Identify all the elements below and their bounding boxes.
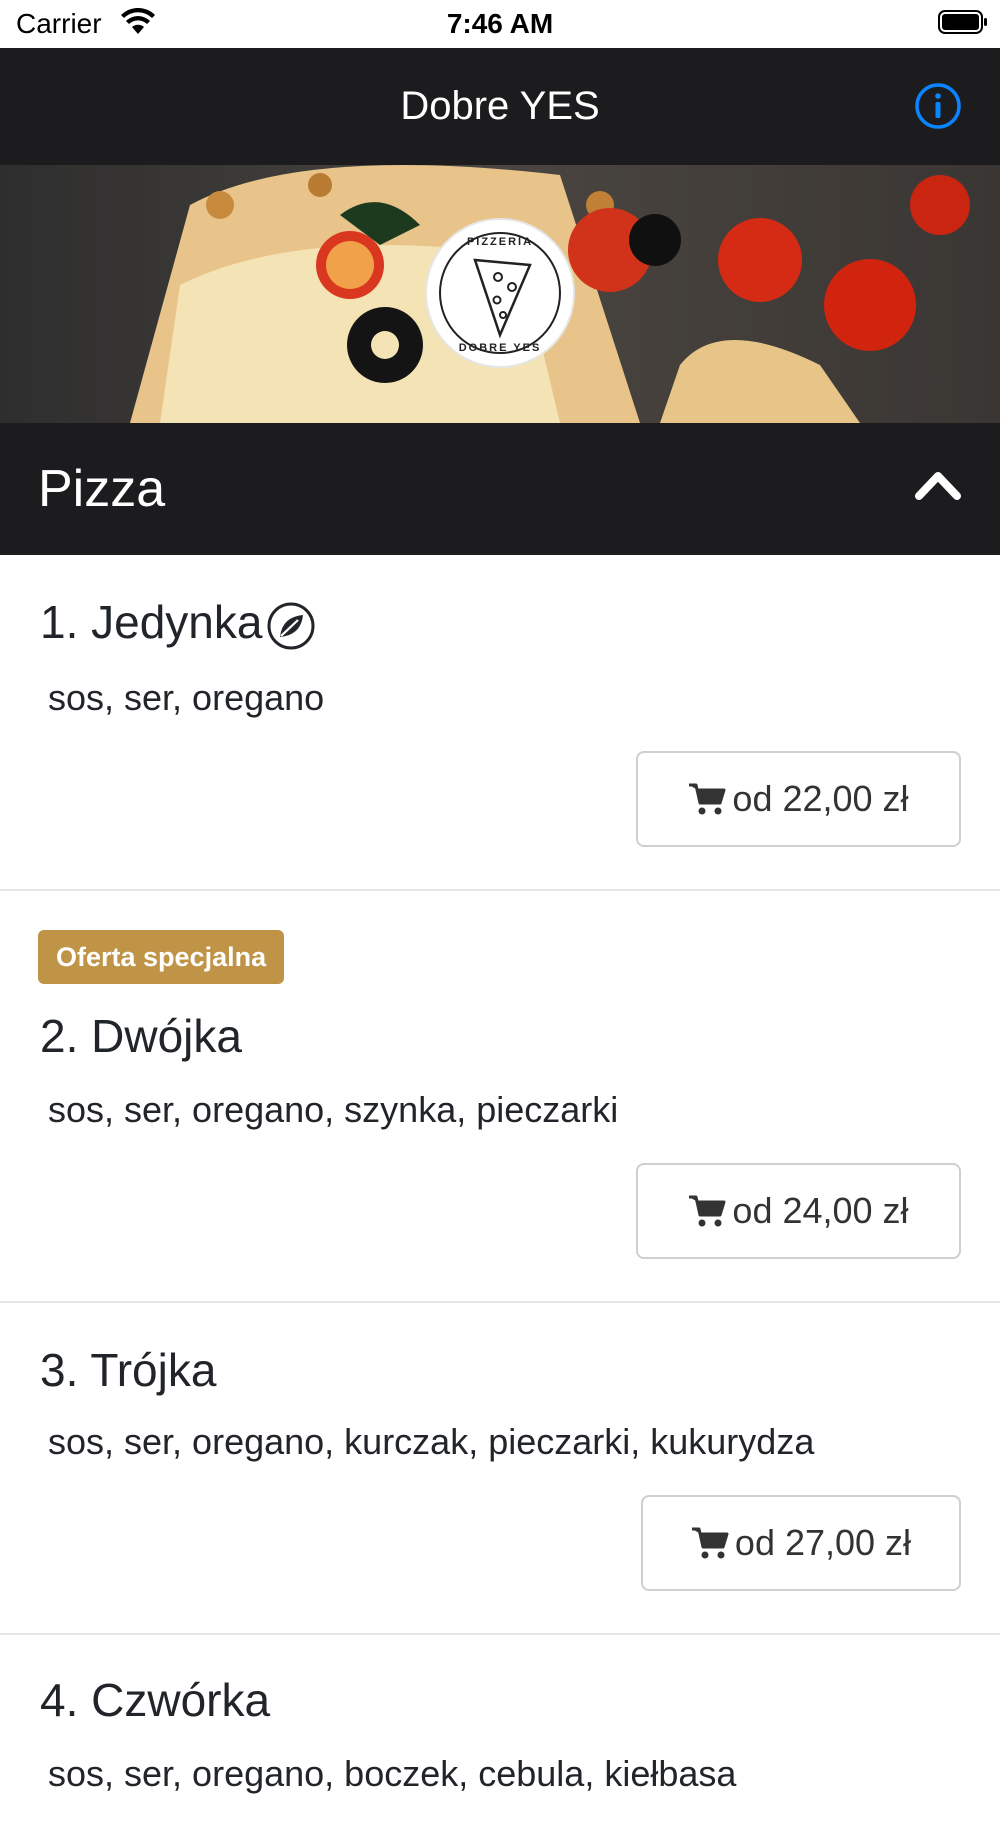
price-label: od 24,00 zł [732,1190,909,1231]
item-name: 2. Dwójka [40,1010,242,1062]
menu-item: 1. Jedynka sos, ser, oregano od 22,00 zł [0,557,1000,891]
item-description: sos, ser, oregano, boczek, cebula, kiełb… [48,1753,737,1794]
price-label: od 27,00 zł [734,1522,912,1563]
item-description: sos, ser, oregano, szynka, pieczarki [48,1089,619,1130]
clock: 7:46 AM [446,8,554,39]
item-name: 1. Jedynka [40,596,263,648]
add-to-cart-button[interactable]: od 22,00 zł [636,751,961,847]
nav-title: Dobre YES [400,84,600,128]
add-to-cart-button[interactable]: od 24,00 zł [636,1163,961,1259]
section-title: Pizza [38,460,166,518]
menu-item: 3. Trójka sos, ser, oregano, kurczak, pi… [0,1303,1000,1635]
item-description: sos, ser, oregano, kurczak, pieczarki, k… [48,1421,815,1462]
nav-bar: Dobre YES [0,48,1000,165]
menu-item: 4. Czwórka sos, ser, oregano, boczek, ce… [0,1635,1000,1835]
battery-icon [938,10,987,34]
hero-banner: PIZZERIA DOBRE YES [0,165,1000,423]
menu-item: Oferta specjalna 2. Dwójka sos, ser, ore… [0,891,1000,1303]
item-description: sos, ser, oregano [48,677,325,718]
price-label: od 22,00 zł [732,778,909,819]
cart-icon [691,1527,729,1559]
vegetarian-leaf-icon [267,602,315,650]
logo-text-top: PIZZERIA [467,236,533,248]
item-name: 3. Trójka [40,1344,217,1396]
hero-pizza-image: PIZZERIA DOBRE YES [0,165,1000,423]
item-name: 4. Czwórka [40,1674,271,1726]
cart-icon [689,1195,726,1227]
add-to-cart-button[interactable]: od 27,00 zł [641,1495,961,1591]
info-circle-icon[interactable] [914,82,962,130]
logo-text-bottom: DOBRE YES [459,342,542,354]
cart-icon [689,783,726,815]
section-header-pizza[interactable]: Pizza [0,423,1000,555]
status-bar: Carrier 7:46 AM [0,0,1000,48]
chevron-up-icon[interactable] [914,467,962,501]
special-offer-badge: Oferta specjalna [38,930,285,984]
